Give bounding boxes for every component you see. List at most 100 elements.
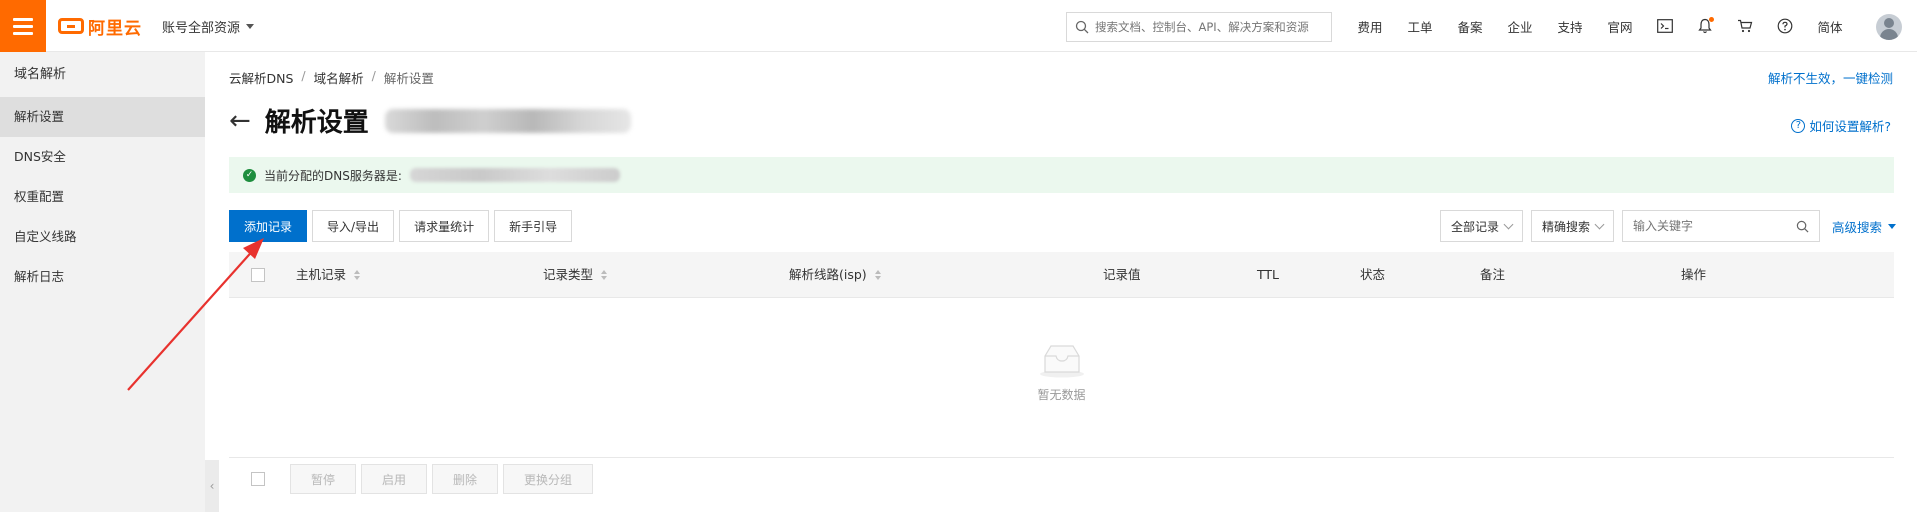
notice-text: 当前分配的DNS服务器是: [264,168,402,183]
caret-down-icon [246,24,255,29]
redacted-domain [384,108,631,133]
top-navbar: 阿里云 账号全部资源 费用 工单 备案 企业 支持 官网 简体 [0,0,1917,52]
cart-icon[interactable] [1725,0,1765,52]
col-line[interactable]: 解析线路(isp) [789,252,881,298]
col-record-value-label: 记录值 [1103,267,1141,282]
global-search[interactable] [1066,12,1332,42]
main-content: 云解析DNS / 域名解析 / 解析设置 解析不生效，一键检测 ← 解析设置 ?… [219,52,1917,512]
breadcrumb: 云解析DNS / 域名解析 / 解析设置 [229,68,434,87]
import-export-button[interactable]: 导入/导出 [312,210,395,242]
header-nav: 费用 工单 备案 企业 支持 官网 简体 [1345,0,1855,52]
change-group-button[interactable]: 更换分组 [503,464,594,494]
sidebar-item-weight-config[interactable]: 权重配置 [0,177,205,217]
record-toolbar: 添加记录 导入/导出 请求量统计 新手引导 [229,210,573,242]
caret-down-icon [1888,223,1896,229]
search-mode-select[interactable]: 精确搜索 [1530,210,1614,242]
breadcrumb-cloud-dns[interactable]: 云解析DNS [229,68,293,87]
aliyun-logo[interactable]: 阿里云 [58,14,142,39]
col-remark-label: 备注 [1480,267,1506,282]
bulk-actions-bar: 暂停 启用 删除 更换分组 [229,464,594,494]
col-line-label: 解析线路(isp) [789,267,867,282]
sidebar-item-dns-settings[interactable]: 解析设置 [0,97,205,137]
breadcrumb-separator: / [371,68,376,83]
sidebar-item-dns-security[interactable]: DNS安全 [0,137,205,177]
notification-dot [1709,17,1714,22]
chevron-down-icon [1594,219,1605,229]
sort-icon[interactable] [354,270,361,280]
records-table: 主机记录 记录类型 解析线路(isp) 记录值 TTL 状态 备注 操作 暂无数… [229,252,1894,458]
empty-state: 暂无数据 [229,342,1894,403]
search-mode-value: 精确搜索 [1541,219,1590,234]
breadcrumb-current: 解析设置 [383,71,434,86]
table-body: 暂无数据 [229,298,1894,458]
logo-text: 阿里云 [88,18,142,39]
page-header: ← 解析设置 [229,102,631,139]
col-record-type[interactable]: 记录类型 [543,252,608,298]
col-status: 状态 [1360,252,1385,298]
pause-button[interactable]: 暂停 [290,464,357,494]
breadcrumb-domain-dns[interactable]: 域名解析 [314,68,364,87]
page-title: 解析设置 [264,108,369,138]
sort-icon[interactable] [874,270,881,280]
language-switch[interactable]: 简体 [1805,17,1855,36]
success-check-icon: ✓ [243,168,256,182]
account-switch-label: 账号全部资源 [162,21,241,36]
beginner-guide-button[interactable]: 新手引导 [494,210,573,242]
nav-link-official-site[interactable]: 官网 [1595,17,1645,36]
advanced-search-link[interactable]: 高级搜索 [1832,217,1896,236]
sidebar-item-custom-line[interactable]: 自定义线路 [0,217,205,257]
delete-button[interactable]: 删除 [432,464,499,494]
nav-link-enterprise[interactable]: 企业 [1495,17,1545,36]
nav-link-fees[interactable]: 费用 [1345,17,1395,36]
request-stats-button[interactable]: 请求量统计 [399,210,490,242]
user-avatar[interactable] [1876,14,1902,40]
sidebar: 域名解析 解析设置 DNS安全 权重配置 自定义线路 解析日志 [0,52,205,512]
col-actions-label: 操作 [1681,267,1707,282]
add-record-button[interactable]: 添加记录 [229,210,308,242]
record-scope-select[interactable]: 全部记录 [1439,210,1523,242]
search-icon [1075,20,1089,34]
keyword-input[interactable] [1632,219,1783,233]
col-record-type-label: 记录类型 [543,267,594,282]
table-header: 主机记录 记录类型 解析线路(isp) 记录值 TTL 状态 备注 操作 [229,252,1894,298]
bulk-select-checkbox[interactable] [251,472,265,486]
sidebar-item-dns-logs[interactable]: 解析日志 [0,257,205,297]
back-arrow-icon[interactable]: ← [229,108,251,134]
search-icon[interactable] [1796,220,1809,233]
select-all-checkbox[interactable] [251,268,265,282]
sidebar-title: 域名解析 [14,67,67,82]
sort-icon[interactable] [601,270,608,280]
record-filters: 全部记录 精确搜索 高级搜索 [1439,210,1896,242]
global-search-input[interactable] [1095,20,1325,34]
question-circle-icon: ? [1791,118,1806,133]
aliyun-logo-mark-icon [58,18,84,34]
col-remark: 备注 [1480,252,1505,298]
account-resource-switch[interactable]: 账号全部资源 [162,17,255,36]
bell-icon[interactable] [1685,0,1725,52]
enable-button[interactable]: 启用 [361,464,428,494]
col-ttl-label: TTL [1257,267,1280,282]
nav-link-tickets[interactable]: 工单 [1395,17,1445,36]
help-setup-label: 如何设置解析? [1809,119,1891,134]
nav-link-support[interactable]: 支持 [1545,17,1595,36]
advanced-search-label: 高级搜索 [1831,219,1882,235]
col-record-value: 记录值 [1103,252,1141,298]
col-status-label: 状态 [1360,267,1386,282]
hamburger-menu-icon[interactable] [0,0,46,52]
col-host-record-label: 主机记录 [296,267,347,282]
terminal-icon[interactable] [1645,0,1685,52]
col-actions: 操作 [1681,252,1706,298]
sidebar-collapse-chevron-icon[interactable]: ‹ [205,460,219,512]
help-setup-link[interactable]: ? 如何设置解析? [1791,116,1891,135]
col-host-record[interactable]: 主机记录 [296,252,361,298]
breadcrumb-separator: / [301,68,306,83]
nav-link-icp[interactable]: 备案 [1445,17,1495,36]
keyword-search[interactable] [1621,210,1820,242]
select-all-cell [251,252,265,298]
col-ttl: TTL [1257,252,1279,298]
empty-text: 暂无数据 [1037,388,1086,402]
chevron-down-icon [1503,219,1514,229]
dns-server-notice: ✓ 当前分配的DNS服务器是: [229,157,1894,193]
help-icon[interactable] [1765,0,1805,52]
dns-diagnose-link[interactable]: 解析不生效，一键检测 [1768,68,1893,87]
